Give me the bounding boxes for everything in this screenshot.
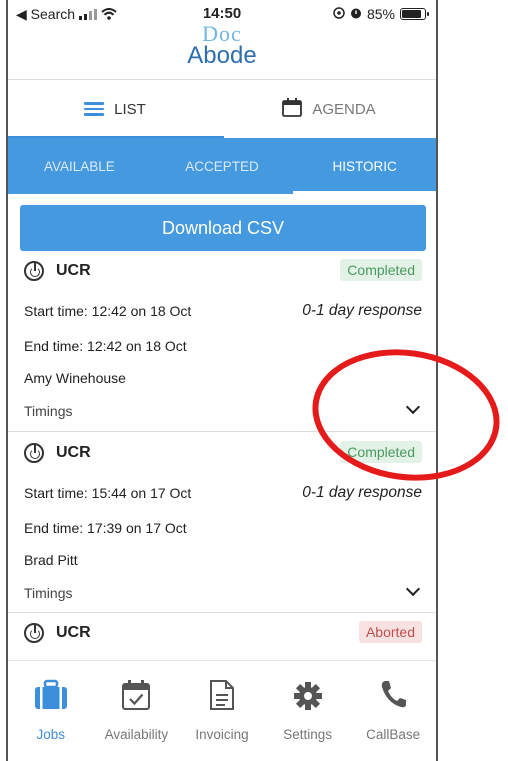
alarm-icon <box>350 6 362 22</box>
logo-bottom-text: Abode <box>187 42 257 69</box>
power-icon <box>24 443 44 463</box>
job-type: UCR <box>56 444 91 461</box>
list-icon <box>84 102 105 116</box>
battery-fill <box>402 10 421 18</box>
nav-callbase-label: CallBase <box>366 727 421 742</box>
location-icon <box>333 6 345 22</box>
nav-jobs[interactable]: Jobs <box>8 661 94 761</box>
list-view-button[interactable]: LIST <box>8 80 222 138</box>
job-card[interactable]: UCR Aborted <box>8 620 436 660</box>
job-type: UCR <box>56 262 91 279</box>
phone-icon <box>379 679 407 714</box>
nav-settings-label: Settings <box>283 727 332 742</box>
app-logo: Doc Abode <box>8 21 436 74</box>
document-icon <box>209 679 235 716</box>
end-time: End time: 12:42 on 18 Oct <box>24 338 187 354</box>
logo-top-text: Doc <box>202 21 242 46</box>
timings-label: Timings <box>24 403 73 419</box>
job-header: UCR <box>24 258 91 284</box>
response-time: 0-1 day response <box>302 302 422 319</box>
status-tabs: AVAILABLE ACCEPTED HISTORIC <box>8 138 436 194</box>
nav-invoicing[interactable]: Invoicing <box>179 661 265 761</box>
agenda-view-button[interactable]: AGENDA <box>222 80 436 138</box>
battery-icon <box>400 8 429 20</box>
nav-invoicing-label: Invoicing <box>195 727 249 742</box>
battery-percent: 85% <box>366 6 395 22</box>
bottom-nav: Jobs Availability Invoicing Settings Cal… <box>8 660 436 761</box>
briefcase-icon <box>34 679 68 716</box>
nav-availability-label: Availability <box>104 727 169 742</box>
status-badge: Completed <box>340 259 422 281</box>
nav-jobs-label: Jobs <box>36 727 66 742</box>
nav-availability[interactable]: Availability <box>94 661 180 761</box>
job-header: UCR <box>24 440 91 466</box>
job-type: UCR <box>56 624 91 641</box>
status-badge: Aborted <box>358 621 422 643</box>
list-label: LIST <box>114 100 146 118</box>
tab-historic[interactable]: HISTORIC <box>293 138 436 194</box>
calendar-icon <box>282 97 303 121</box>
power-icon <box>24 623 44 643</box>
tab-accepted[interactable]: ACCEPTED <box>151 138 294 194</box>
tab-available[interactable]: AVAILABLE <box>8 138 151 194</box>
nav-settings[interactable]: Settings <box>265 661 351 761</box>
status-right: 85% <box>333 6 429 22</box>
power-icon <box>24 261 44 281</box>
patient-name: Brad Pitt <box>24 552 78 568</box>
nav-callbase[interactable]: CallBase <box>350 661 436 761</box>
agenda-label: AGENDA <box>312 100 376 118</box>
divider <box>8 612 436 613</box>
job-header: UCR <box>24 620 91 646</box>
gear-icon <box>293 679 323 717</box>
chevron-down-icon[interactable] <box>405 581 421 597</box>
start-time: Start time: 15:44 on 17 Oct <box>24 485 192 501</box>
patient-name: Amy Winehouse <box>24 370 126 386</box>
calendar-check-icon <box>121 679 151 716</box>
response-time: 0-1 day response <box>302 484 422 501</box>
end-time: End time: 17:39 on 17 Oct <box>24 520 187 536</box>
start-time: Start time: 12:42 on 18 Oct <box>24 303 192 319</box>
view-toggle: LIST AGENDA <box>8 80 436 138</box>
timings-label: Timings <box>24 585 73 601</box>
download-csv-button[interactable]: Download CSV <box>20 205 426 251</box>
